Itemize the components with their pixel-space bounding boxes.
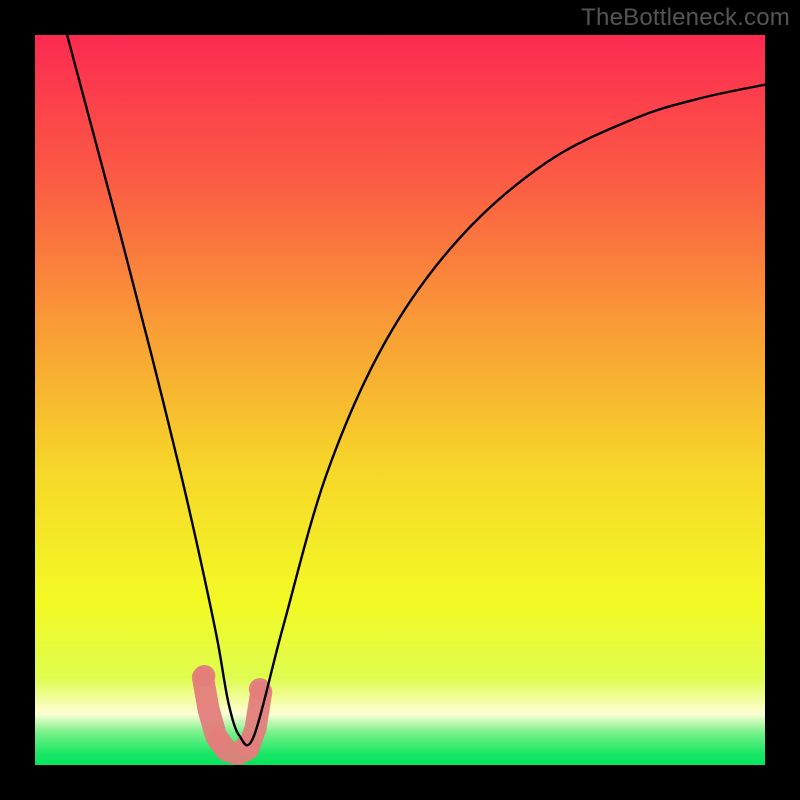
watermark-text: TheBottleneck.com bbox=[581, 4, 790, 32]
bottleneck-curve bbox=[35, 35, 765, 765]
plot-area bbox=[35, 35, 765, 765]
chart-frame: TheBottleneck.com bbox=[0, 0, 800, 800]
